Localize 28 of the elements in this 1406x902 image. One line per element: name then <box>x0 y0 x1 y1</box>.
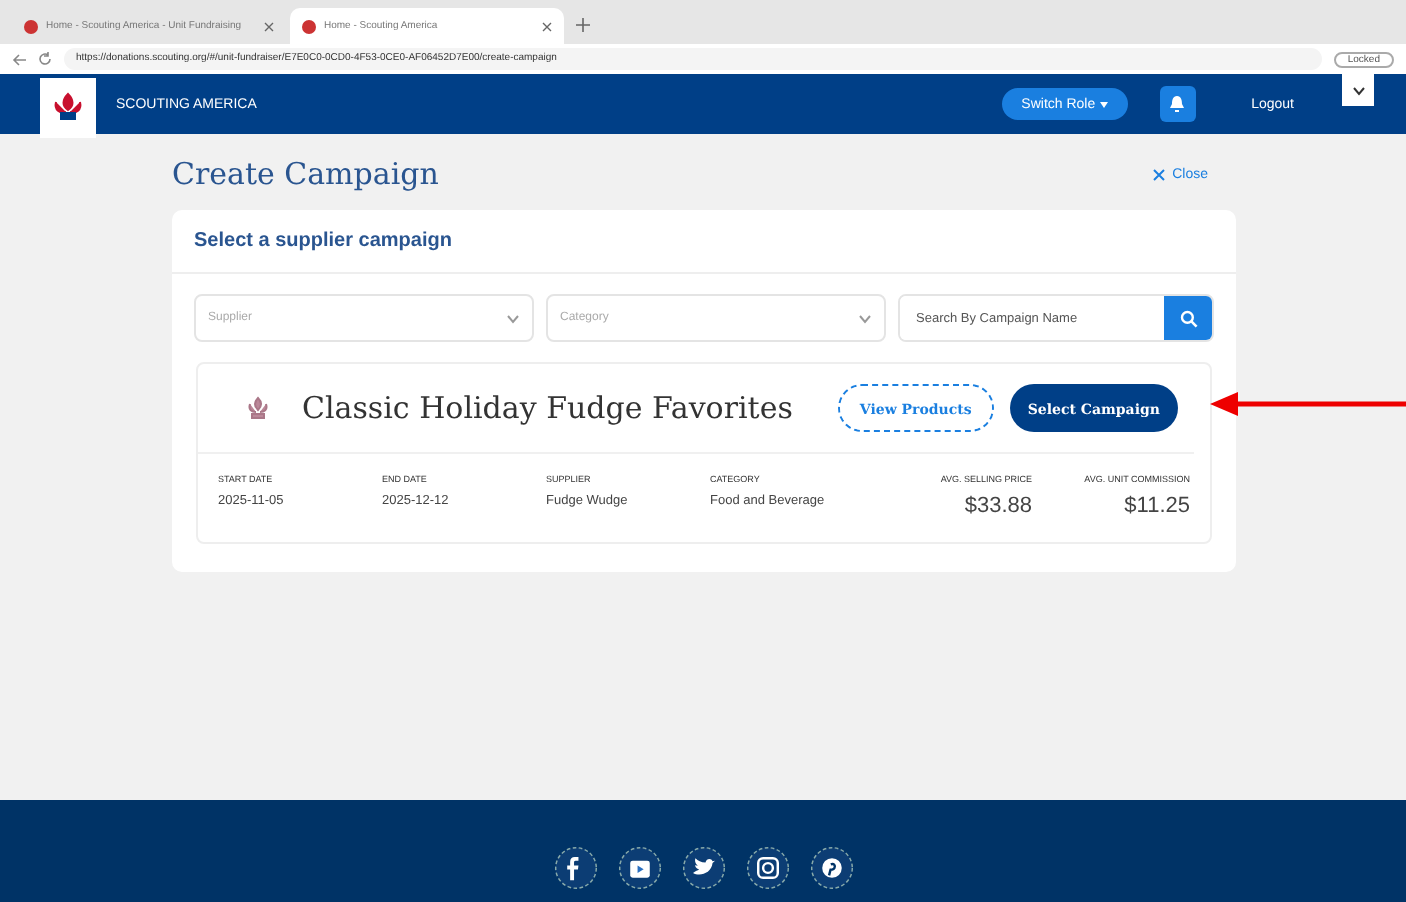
chevron-down-icon <box>1351 85 1365 95</box>
back-icon[interactable] <box>12 53 26 65</box>
notification-icon[interactable] <box>1159 86 1196 122</box>
search-icon <box>1179 309 1197 327</box>
fleur-de-lis-icon <box>246 396 270 420</box>
close-tab-icon[interactable] <box>542 21 552 31</box>
caret-icon <box>1099 101 1108 107</box>
detail-value: $11.25 <box>1124 494 1190 518</box>
facebook-icon[interactable] <box>553 846 597 890</box>
chevron-down-icon <box>858 313 872 323</box>
close-icon <box>1152 167 1167 181</box>
new-tab-icon[interactable] <box>576 18 590 32</box>
close-tab-icon[interactable] <box>264 21 274 31</box>
page-icon <box>302 19 316 33</box>
youtube-icon[interactable] <box>617 846 661 890</box>
instagram-icon[interactable] <box>745 846 789 890</box>
card-title: Select a supplier campaign <box>172 210 1236 274</box>
reload-icon[interactable] <box>38 52 52 66</box>
page-title: Create Campaign <box>172 159 439 189</box>
detail-value: $33.88 <box>964 494 1032 518</box>
page-icon <box>24 19 38 33</box>
pinterest-icon[interactable] <box>809 846 853 890</box>
campaign-name: Classic Holiday Fudge Favorites <box>302 390 795 426</box>
dropdown-button[interactable] <box>1342 74 1374 106</box>
logo-icon[interactable] <box>40 78 96 138</box>
twitter-icon[interactable] <box>681 846 725 890</box>
chevron-down-icon <box>506 313 520 323</box>
search-button[interactable] <box>1164 296 1212 340</box>
